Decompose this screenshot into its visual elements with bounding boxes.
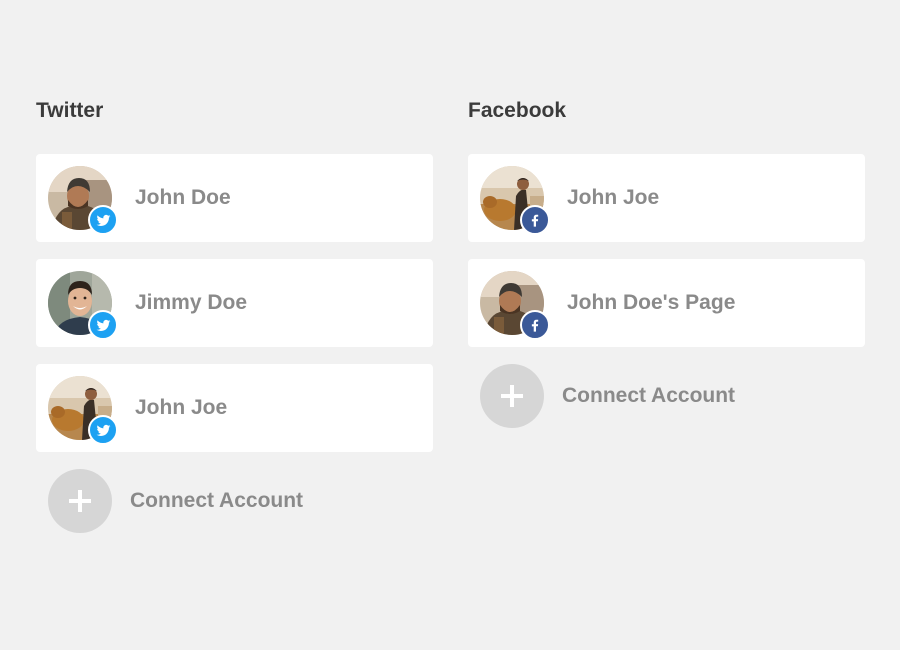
twitter-account-card[interactable]: John Joe [36,364,433,452]
twitter-account-list: John Doe Jimmy Doe John Joe Connect Acco… [36,154,433,533]
connect-account-label[interactable]: Connect Account [130,469,303,533]
twitter-bird-icon [88,205,118,235]
twitter-bird-icon [88,310,118,340]
facebook-connect-account-button[interactable]: Connect Account [468,364,865,428]
twitter-bird-icon [88,415,118,445]
facebook-column: Facebook John Joe John Doe's Page Connec… [468,96,865,428]
twitter-section-title: Twitter [36,99,104,122]
facebook-f-icon [520,310,550,340]
facebook-account-card[interactable]: John Joe [468,154,865,242]
facebook-account-list: John Joe John Doe's Page Connect Account [468,154,865,428]
twitter-account-card[interactable]: John Doe [36,154,433,242]
account-name: Jimmy Doe [135,291,248,314]
account-name: John Doe's Page [567,291,736,314]
facebook-section-title: Facebook [468,99,567,122]
account-name: John Joe [567,186,660,209]
plus-icon[interactable] [48,469,112,533]
plus-icon[interactable] [480,364,544,428]
connect-account-label[interactable]: Connect Account [562,364,735,428]
facebook-f-icon [520,205,550,235]
twitter-column: Twitter John Doe Jimmy Doe John Joe Conn… [36,96,433,533]
account-name: John Joe [135,396,228,419]
facebook-account-card[interactable]: John Doe's Page [468,259,865,347]
account-name: John Doe [135,186,231,209]
twitter-connect-account-button[interactable]: Connect Account [36,469,433,533]
twitter-account-card[interactable]: Jimmy Doe [36,259,433,347]
